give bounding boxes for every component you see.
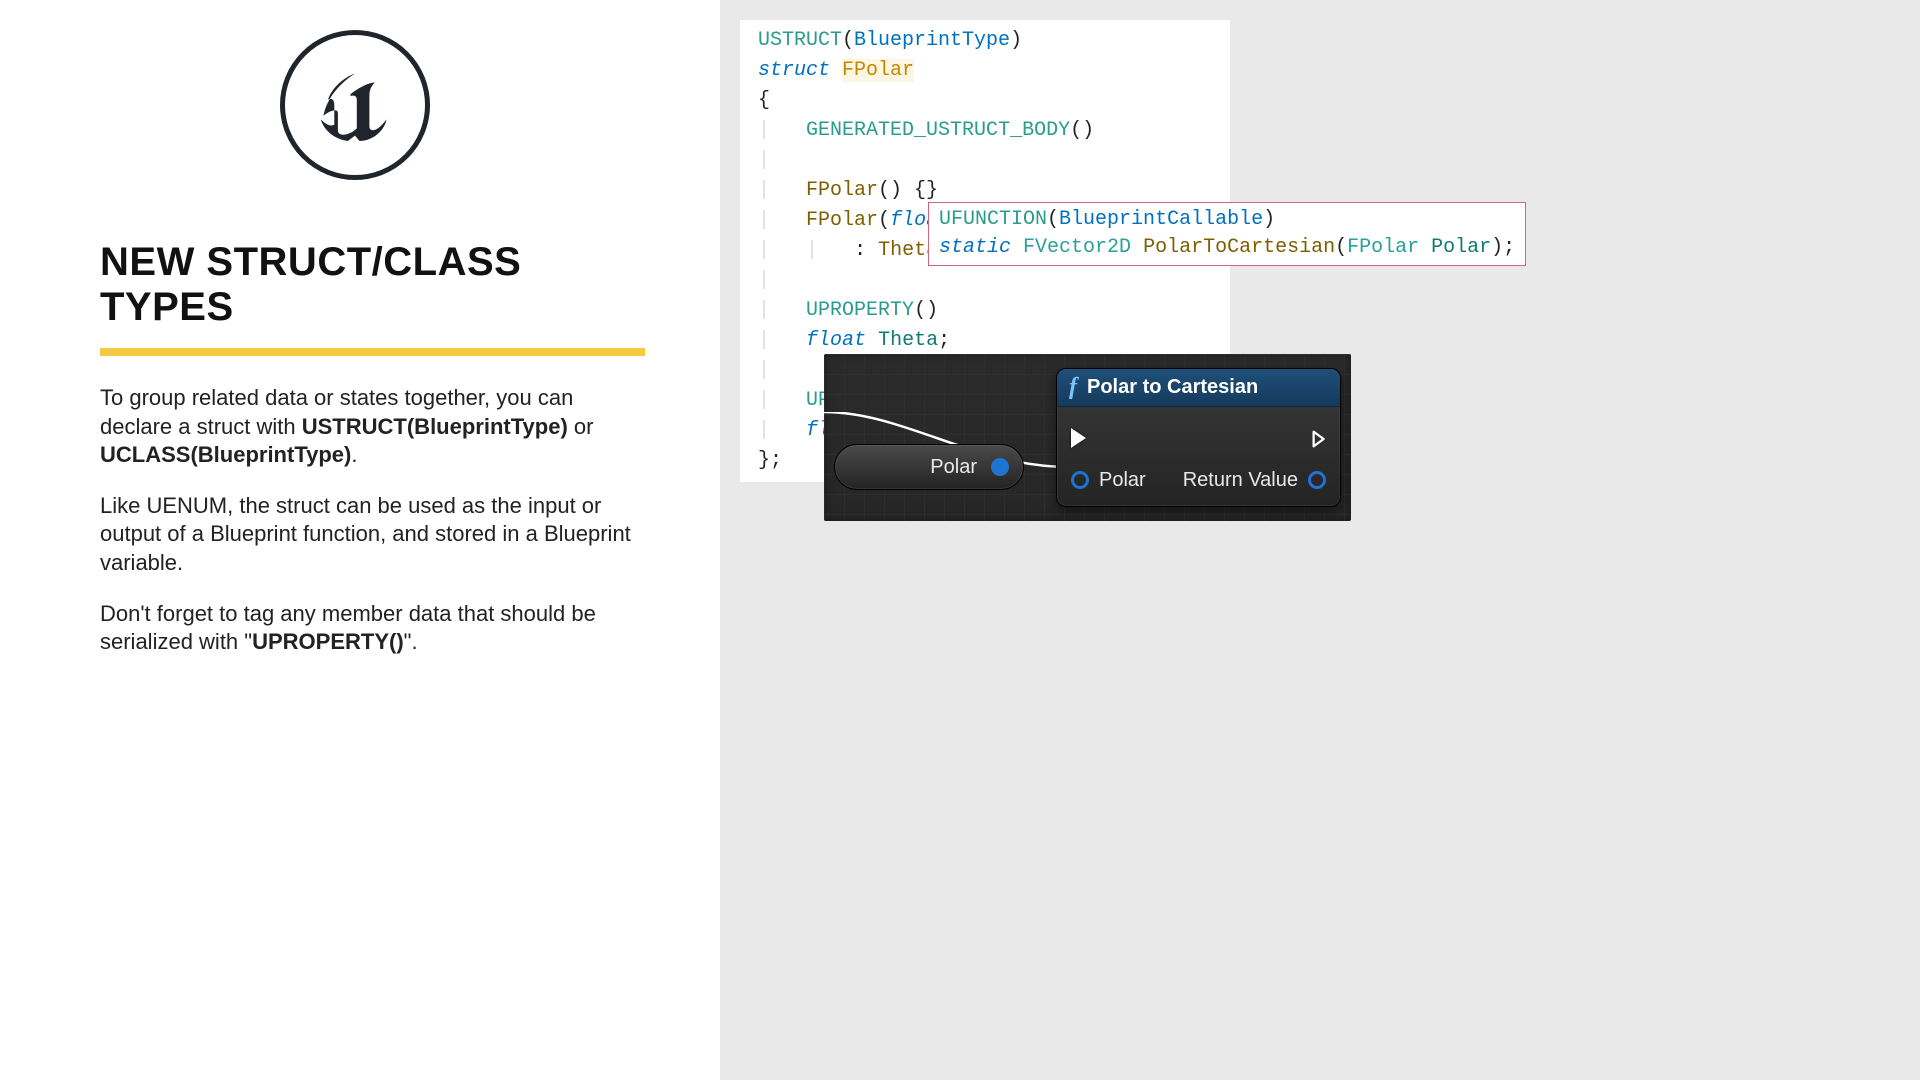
- tok: static: [939, 236, 1011, 259]
- struct-output-pin-icon[interactable]: [991, 458, 1009, 476]
- paragraph-2: Like UENUM, the struct can be used as th…: [100, 492, 645, 578]
- bp-variable-pill[interactable]: Polar: [834, 444, 1024, 490]
- blueprint-graph: Polar f Polar to Cartesian: [824, 354, 1351, 521]
- bp-input-label: Polar: [1099, 469, 1146, 492]
- unreal-u-icon: [310, 60, 400, 150]
- tok: Polar: [1431, 236, 1491, 259]
- tok: USTRUCT: [758, 29, 842, 52]
- left-panel: NEW STRUCT/CLASS TYPES To group related …: [0, 0, 720, 1080]
- bp-exec-row: [1071, 417, 1326, 459]
- p1-b2: UCLASS(BlueprintType): [100, 442, 351, 467]
- unreal-logo-icon: [280, 30, 430, 180]
- bp-function-node[interactable]: f Polar to Cartesian: [1056, 368, 1341, 507]
- title-underline: [100, 348, 645, 356]
- tok: BlueprintCallable: [1059, 208, 1263, 231]
- p1-mid: or: [568, 414, 594, 439]
- tok: GENERATED_USTRUCT_BODY: [806, 119, 1070, 142]
- bp-node-body: Polar Return Value: [1057, 407, 1340, 501]
- tok: BlueprintType: [854, 29, 1010, 52]
- tok: struct: [758, 59, 830, 82]
- tok: FPolar: [842, 59, 914, 82]
- struct-output-pin-icon[interactable]: [1308, 471, 1326, 489]
- page-title: NEW STRUCT/CLASS TYPES: [100, 240, 650, 330]
- function-f-icon: f: [1069, 374, 1077, 401]
- paragraph-1: To group related data or states together…: [100, 384, 645, 470]
- tok: FPolar: [806, 209, 878, 232]
- tok: float: [806, 329, 866, 352]
- tok: FVector2D: [1023, 236, 1131, 259]
- p3-b: UPROPERTY(): [252, 629, 404, 654]
- p1-b1: USTRUCT(BlueprintType): [302, 414, 568, 439]
- exec-input-pin-icon[interactable]: [1071, 428, 1086, 448]
- bp-pill-label: Polar: [930, 456, 977, 479]
- bp-output-label: Return Value: [1183, 469, 1298, 492]
- tok: FPolar: [806, 179, 878, 202]
- logo-wrap: [280, 30, 650, 180]
- exec-output-pin-icon[interactable]: [1310, 428, 1326, 448]
- bp-data-row: Polar Return Value: [1071, 459, 1326, 501]
- tok: FPolar: [1347, 236, 1419, 259]
- bp-node-title: Polar to Cartesian: [1087, 376, 1258, 399]
- p1-post: .: [351, 442, 357, 467]
- right-panel: USTRUCT(BlueprintType) struct FPolar { |…: [720, 0, 1920, 1080]
- tok: Theta: [878, 329, 938, 352]
- tok: PolarToCartesian: [1143, 236, 1335, 259]
- code-callout: UFUNCTION(BlueprintCallable) static FVec…: [928, 202, 1526, 266]
- tok: UFUNCTION: [939, 208, 1047, 231]
- tok: UPROPERTY: [806, 299, 914, 322]
- struct-input-pin-icon[interactable]: [1071, 471, 1089, 489]
- p3-post: ".: [404, 629, 418, 654]
- bp-node-header: f Polar to Cartesian: [1057, 369, 1340, 407]
- paragraph-3: Don't forget to tag any member data that…: [100, 600, 645, 657]
